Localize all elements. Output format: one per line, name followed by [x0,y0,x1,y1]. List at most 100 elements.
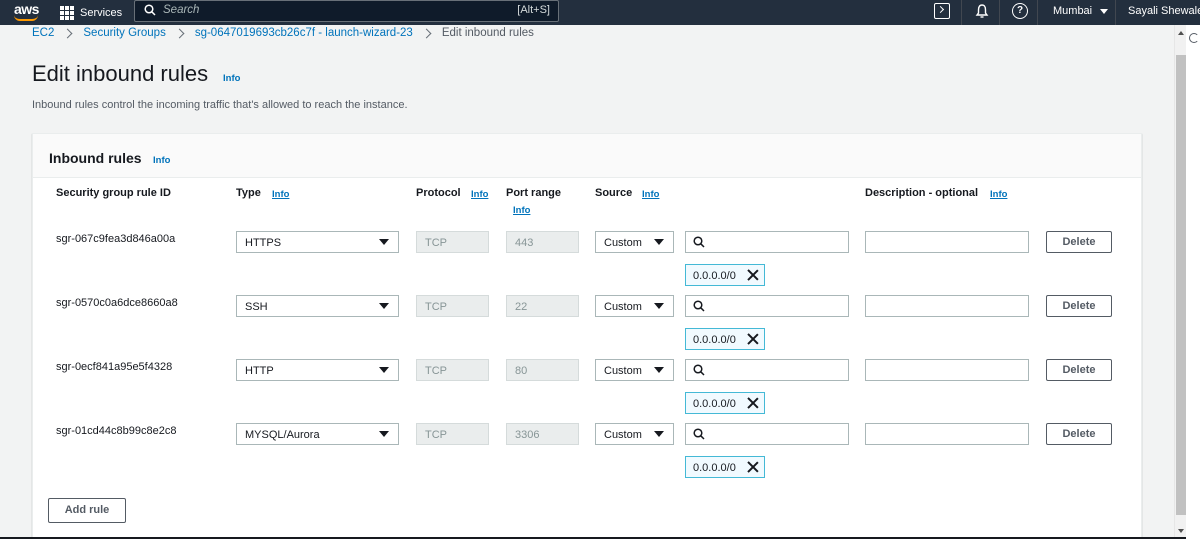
type-select[interactable]: SSH [236,295,399,317]
delete-rule-button[interactable]: Delete [1046,231,1112,253]
side-panel-edge [1186,25,1200,539]
cidr-value: 0.0.0.0/0 [693,270,736,282]
description-input[interactable] [865,423,1029,445]
port-range-field: 80 [506,359,579,381]
chevron-down-icon [654,239,664,245]
panel-info-link[interactable]: Info [153,155,170,166]
port-range-info-link[interactable]: Info [513,205,530,216]
description-input[interactable] [865,295,1029,317]
chevron-right-icon [174,28,185,38]
source-info-link[interactable]: Info [642,189,659,200]
protocol-info-link[interactable]: Info [471,189,488,200]
type-select[interactable]: MYSQL/Aurora [236,423,399,445]
header-rule-id: Security group rule ID [56,187,171,199]
page-info-link[interactable]: Info [223,73,240,84]
source-search-input[interactable] [685,423,849,445]
source-value: Custom [604,237,642,249]
scroll-up-icon[interactable] [1178,31,1184,35]
source-select[interactable]: Custom [595,359,674,381]
header-port-range: Port range [506,187,562,199]
global-search-input[interactable]: Search [Alt+S] [134,0,559,22]
search-shortcut-hint: [Alt+S] [517,4,550,16]
close-icon[interactable] [747,269,759,281]
protocol-field: TCP [416,423,489,445]
breadcrumb-current: Edit inbound rules [441,27,534,39]
chevron-down-icon [379,367,389,373]
description-input[interactable] [865,231,1029,253]
cidr-token: 0.0.0.0/0 [685,264,765,286]
cidr-token: 0.0.0.0/0 [685,328,765,350]
type-info-link[interactable]: Info [272,189,289,200]
port-range-field: 3306 [506,423,579,445]
top-navigation: aws Services Search [Alt+S] ? Mumbai Say… [0,0,1200,25]
rule-id: sgr-0570c0a6dce8660a8 [56,297,178,309]
chevron-down-icon [379,239,389,245]
cidr-value: 0.0.0.0/0 [693,398,736,410]
region-label: Mumbai [1053,5,1093,17]
cidr-value: 0.0.0.0/0 [693,334,736,346]
delete-rule-button[interactable]: Delete [1046,423,1112,445]
breadcrumb-security-group[interactable]: sg-0647019693cb26c7f - launch-wizard-23 [195,27,413,39]
aws-smile-icon [14,15,38,21]
search-icon [693,364,705,376]
type-value: HTTP [245,365,274,377]
source-value: Custom [604,365,642,377]
search-icon [693,428,705,440]
delete-rule-button[interactable]: Delete [1046,359,1112,381]
account-name: Sayali Shewale [1128,5,1200,17]
source-search-input[interactable] [685,231,849,253]
source-select[interactable]: Custom [595,295,674,317]
breadcrumb-ec2[interactable]: EC2 [32,27,54,39]
scrollbar-thumb[interactable] [1176,55,1186,515]
type-value: HTTPS [245,237,282,249]
search-icon [693,236,705,248]
close-icon[interactable] [747,461,759,473]
services-menu-button[interactable]: Services [60,0,122,25]
grid-icon [60,5,74,20]
cidr-token: 0.0.0.0/0 [685,392,765,414]
search-placeholder: Search [163,4,200,16]
description-input[interactable] [865,359,1029,381]
account-menu[interactable]: Sayali Shewale [1128,5,1200,17]
chevron-right-icon [421,28,432,38]
nav-divider [961,0,962,25]
protocol-field: TCP [416,231,489,253]
close-icon[interactable] [747,333,759,345]
help-icon[interactable]: ? [1012,3,1028,19]
add-rule-button[interactable]: Add rule [48,498,126,523]
cidr-token: 0.0.0.0/0 [685,456,765,478]
protocol-field: TCP [416,295,489,317]
region-selector[interactable]: Mumbai [1053,5,1109,17]
refresh-icon[interactable] [1189,33,1199,43]
chevron-down-icon [654,431,664,437]
breadcrumb: EC2 Security Groups sg-0647019693cb26c7f… [32,27,534,39]
protocol-field: TCP [416,359,489,381]
nav-divider [999,0,1000,25]
close-icon[interactable] [747,397,759,409]
source-select[interactable]: Custom [595,231,674,253]
source-value: Custom [604,301,642,313]
description-info-link[interactable]: Info [990,189,1007,200]
aws-logo-icon[interactable]: aws [10,1,44,23]
search-icon [693,300,705,312]
source-search-input[interactable] [685,359,849,381]
chevron-down-icon [654,303,664,309]
panel-title: Inbound rules [49,150,142,166]
source-search-input[interactable] [685,295,849,317]
delete-rule-button[interactable]: Delete [1046,295,1112,317]
terminal-icon[interactable] [934,3,950,19]
breadcrumb-security-groups[interactable]: Security Groups [83,27,165,39]
scroll-down-icon[interactable] [1178,529,1184,533]
header-type: Type [236,187,261,199]
header-source: Source [595,187,633,199]
type-value: SSH [245,301,268,313]
source-select[interactable]: Custom [595,423,674,445]
type-value: MYSQL/Aurora [245,429,320,441]
header-description: Description - optional [865,187,979,199]
bell-icon[interactable] [974,3,990,19]
page-scrollbar[interactable] [1174,25,1186,539]
page-description: Inbound rules control the incoming traff… [32,99,408,111]
cidr-value: 0.0.0.0/0 [693,462,736,474]
type-select[interactable]: HTTP [236,359,399,381]
type-select[interactable]: HTTPS [236,231,399,253]
